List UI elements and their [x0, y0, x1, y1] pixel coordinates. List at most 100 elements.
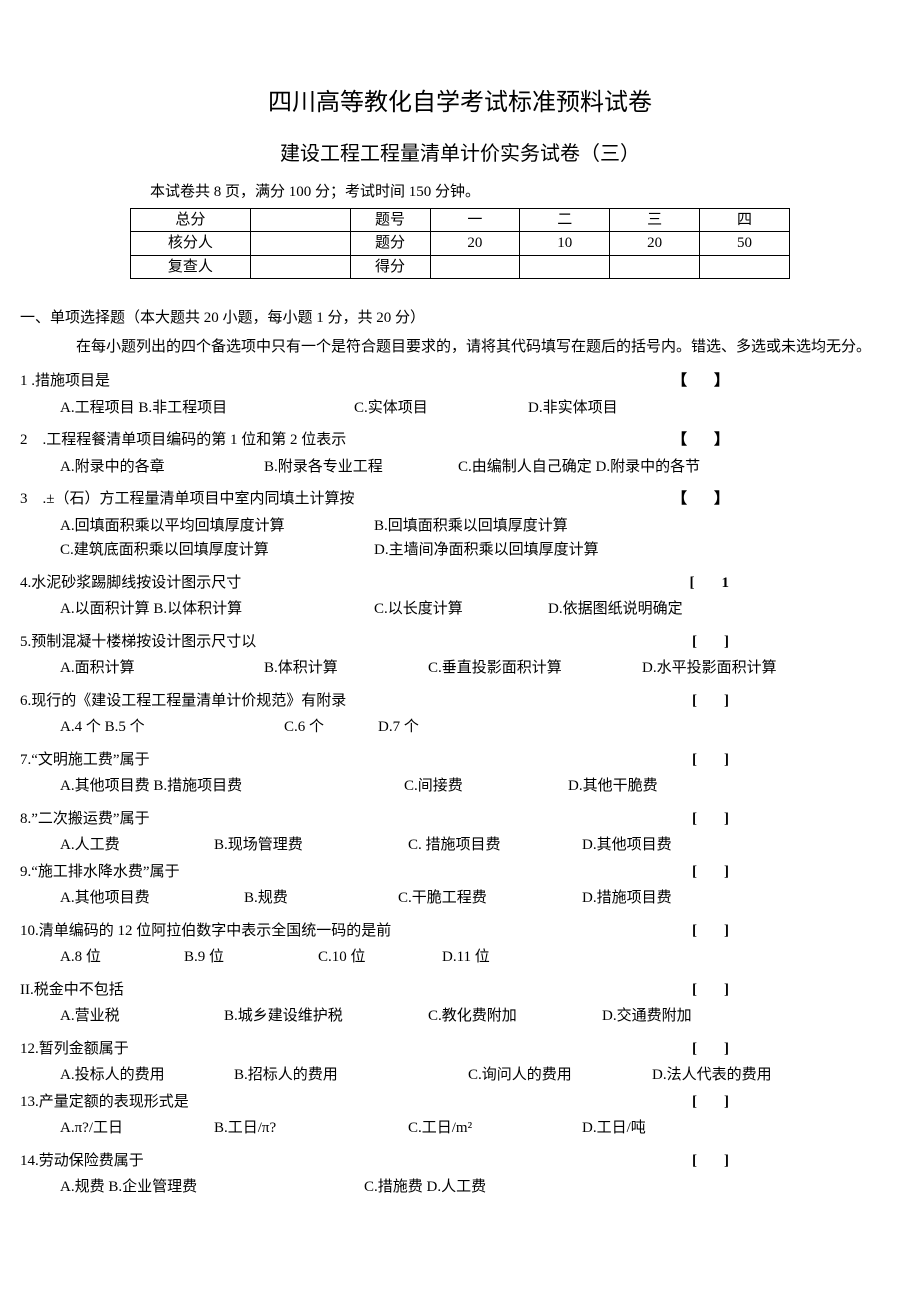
- question-11: II.税金中不包括 [ ] A.营业税 B.城乡建设维护税 C.教化费附加 D.…: [20, 979, 900, 1028]
- question-9: 9.“施工排水降水费”属于 [ ] A.其他项目费 B.规费 C.干脆工程费 D…: [20, 861, 900, 910]
- question-4: 4.水泥砂浆踢脚线按设计图示尺寸 [ 1 A.以面积计算 B.以体积计算 C.以…: [20, 572, 900, 621]
- question-13: 13.产量定额的表现形式是 [ ] A.π?/工日 B.工日/π? C.工日/m…: [20, 1091, 900, 1140]
- cell-pts1: 20: [430, 232, 520, 256]
- cell-total: 总分: [131, 208, 251, 232]
- question-10: 10.清单编码的 12 位阿拉伯数字中表示全国统一码的是前 [ ] A.8 位 …: [20, 920, 900, 969]
- q2-opt-cd: C.由编制人自己确定 D.附录中的各节: [458, 456, 700, 479]
- exam-info: 本试卷共 8 页，满分 100 分；考试时间 150 分钟。: [150, 181, 900, 204]
- cell-pts4: 50: [700, 232, 790, 256]
- q7-text: 7.“文明施工费”属于: [20, 749, 692, 772]
- answer-bracket: [ ]: [692, 920, 735, 943]
- sub-title: 建设工程工程量清单计价实务试卷（三）: [20, 139, 900, 169]
- q8-opt-d: D.其他项目费: [582, 834, 672, 857]
- cell-blank: [430, 255, 520, 279]
- q7-opt-c: C.间接费: [404, 775, 544, 798]
- section-heading: 一、单项选择题（本大题共 20 小题，每小题 1 分，共 20 分）: [20, 307, 900, 330]
- q7-opt-d: D.其他干脆费: [568, 775, 658, 798]
- cell-col1: 一: [430, 208, 520, 232]
- q13-opt-a: A.π?/工日: [60, 1117, 190, 1140]
- question-14: 14.劳动保险费属于 [ ] A.规费 B.企业管理费 C.措施费 D.人工费: [20, 1150, 900, 1199]
- q5-opt-b: B.体积计算: [264, 657, 404, 680]
- main-title: 四川高等教化自学考试标准预料试卷: [20, 85, 900, 121]
- cell-col3: 三: [610, 208, 700, 232]
- q6-text: 6.现行的《建设工程工程量清单计价规范》有附录: [20, 690, 692, 713]
- q11-opt-b: B.城乡建设维护税: [224, 1005, 404, 1028]
- q1-opt-ab: A.工程项目 B.非工程项目: [60, 397, 330, 420]
- q10-opt-a: A.8 位: [60, 946, 160, 969]
- cell-blank: [700, 255, 790, 279]
- q3-text: 3 .±（石）方工程量清单项目中室内同填土计算按: [20, 488, 672, 511]
- q13-text: 13.产量定额的表现形式是: [20, 1091, 692, 1114]
- answer-bracket: [ 1: [690, 572, 736, 595]
- q14-opt-ab: A.规费 B.企业管理费: [60, 1176, 340, 1199]
- q11-text: II.税金中不包括: [20, 979, 692, 1002]
- answer-bracket: [ ]: [692, 749, 735, 772]
- q3-opt-c: C.建筑底面积乘以回填厚度计算: [60, 539, 350, 562]
- q11-opt-c: C.教化费附加: [428, 1005, 578, 1028]
- q4-opt-c: C.以长度计算: [374, 598, 524, 621]
- cell-blank: [250, 208, 350, 232]
- q11-opt-a: A.营业税: [60, 1005, 200, 1028]
- q9-opt-c: C.干脆工程费: [398, 887, 558, 910]
- q10-opt-c: C.10 位: [318, 946, 418, 969]
- q1-opt-d: D.非实体项目: [528, 397, 618, 420]
- q12-text: 12.暂列金额属于: [20, 1038, 692, 1061]
- q2-opt-b: B.附录各专业工程: [264, 456, 434, 479]
- q13-opt-c: C.工日/m²: [408, 1117, 558, 1140]
- q3-opt-d: D.主墙间净面积乘以回填厚度计算: [374, 539, 599, 562]
- answer-bracket: [ ]: [692, 690, 735, 713]
- q11-opt-d: D.交通费附加: [602, 1005, 692, 1028]
- q9-opt-b: B.规费: [244, 887, 374, 910]
- cell-score-label: 得分: [350, 255, 430, 279]
- q5-opt-a: A.面积计算: [60, 657, 240, 680]
- answer-bracket: [ ]: [692, 1038, 735, 1061]
- answer-bracket: 【 】: [672, 429, 735, 452]
- q8-opt-c: C. 措施项目费: [408, 834, 558, 857]
- q8-text: 8.”二次搬运费”属于: [20, 808, 692, 831]
- cell-blank: [250, 232, 350, 256]
- cell-points-label: 题分: [350, 232, 430, 256]
- q1-text: 1 .措施项目是: [20, 370, 672, 393]
- question-2: 2 .工程程餐清单项目编码的第 1 位和第 2 位表示 【 】 A.附录中的各章…: [20, 429, 900, 478]
- answer-bracket: 【 】: [672, 370, 735, 393]
- q2-text: 2 .工程程餐清单项目编码的第 1 位和第 2 位表示: [20, 429, 672, 452]
- q9-opt-d: D.措施项目费: [582, 887, 672, 910]
- q13-opt-b: B.工日/π?: [214, 1117, 384, 1140]
- answer-bracket: [ ]: [692, 1091, 735, 1114]
- score-table: 总分 题号 一 二 三 四 核分人 题分 20 10 20 50 复查人 得分: [130, 208, 790, 280]
- question-7: 7.“文明施工费”属于 [ ] A.其他项目费 B.措施项目费 C.间接费 D.…: [20, 749, 900, 798]
- cell-pts2: 10: [520, 232, 610, 256]
- answer-bracket: [ ]: [692, 808, 735, 831]
- q13-opt-d: D.工日/吨: [582, 1117, 646, 1140]
- cell-checker: 核分人: [131, 232, 251, 256]
- cell-col2: 二: [520, 208, 610, 232]
- q9-opt-a: A.其他项目费: [60, 887, 220, 910]
- q10-opt-b: B.9 位: [184, 946, 294, 969]
- q5-text: 5.预制混凝十楼梯按设计图示尺寸以: [20, 631, 692, 654]
- q10-opt-d: D.11 位: [442, 946, 490, 969]
- q12-opt-b: B.招标人的费用: [234, 1064, 444, 1087]
- q6-opt-ab: A.4 个 B.5 个: [60, 716, 260, 739]
- q3-opt-b: B.回填面积乘以回填厚度计算: [374, 515, 568, 538]
- q14-text: 14.劳动保险费属于: [20, 1150, 692, 1173]
- table-row: 总分 题号 一 二 三 四: [131, 208, 790, 232]
- q7-opt-ab: A.其他项目费 B.措施项目费: [60, 775, 380, 798]
- cell-blank: [250, 255, 350, 279]
- q4-opt-d: D.依据图纸说明确定: [548, 598, 683, 621]
- cell-blank: [610, 255, 700, 279]
- cell-col4: 四: [700, 208, 790, 232]
- q9-text: 9.“施工排水降水费”属于: [20, 861, 692, 884]
- section-note: 在每小题列出的四个备选项中只有一个是符合题目要求的，请将其代码填写在题后的括号内…: [76, 336, 900, 359]
- table-row: 复查人 得分: [131, 255, 790, 279]
- q4-opt-ab: A.以面积计算 B.以体积计算: [60, 598, 350, 621]
- question-8: 8.”二次搬运费”属于 [ ] A.人工费 B.现场管理费 C. 措施项目费 D…: [20, 808, 900, 857]
- q5-opt-d: D.水平投影面积计算: [642, 657, 777, 680]
- table-row: 核分人 题分 20 10 20 50: [131, 232, 790, 256]
- q4-text: 4.水泥砂浆踢脚线按设计图示尺寸: [20, 572, 690, 595]
- answer-bracket: [ ]: [692, 1150, 735, 1173]
- q6-opt-d: D.7 个: [378, 716, 419, 739]
- q6-opt-c: C.6 个: [284, 716, 354, 739]
- question-3: 3 .±（石）方工程量清单项目中室内同填土计算按 【 】 A.回填面积乘以平均回…: [20, 488, 900, 562]
- answer-bracket: [ ]: [692, 861, 735, 884]
- q12-opt-c: C.询问人的费用: [468, 1064, 628, 1087]
